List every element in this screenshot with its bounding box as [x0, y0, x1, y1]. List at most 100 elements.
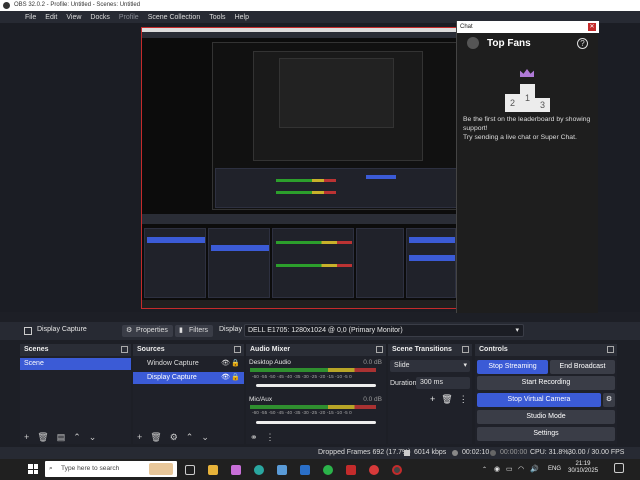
record-time: 00:00:00 — [500, 449, 528, 456]
menu-edit[interactable]: Edit — [45, 14, 57, 21]
language-indicator[interactable]: ENG — [548, 466, 561, 472]
chevron-down-icon[interactable]: ⌄ — [201, 432, 209, 443]
dock-options-icon[interactable] — [376, 346, 383, 353]
source-label: Window Capture — [147, 360, 199, 367]
lock-icon[interactable]: 🔒 — [231, 372, 240, 384]
nested-controls — [406, 228, 456, 298]
fps: 30.00 / 30.00 FPS — [568, 449, 625, 456]
add-icon[interactable]: + — [430, 394, 435, 405]
dock-options-icon[interactable] — [234, 346, 241, 353]
volume-slider[interactable] — [256, 384, 376, 387]
edge-icon[interactable] — [254, 465, 264, 475]
studio-mode-button[interactable]: Studio Mode — [477, 410, 615, 424]
volume-slider[interactable] — [256, 421, 376, 424]
dock-options-icon[interactable] — [607, 346, 614, 353]
obs-logo-icon — [3, 2, 10, 9]
chevron-up-icon[interactable]: ⌃ — [186, 432, 194, 443]
youtube-icon[interactable] — [346, 465, 356, 475]
scene-item[interactable]: Scene — [20, 358, 131, 370]
scenes-panel: Scenes Scene + 🗑 ▤ ⌃ ⌄ — [20, 344, 131, 444]
menu-profile[interactable]: Profile — [119, 14, 139, 21]
file-explorer-icon[interactable] — [208, 465, 218, 475]
more-icon[interactable]: ⋮ — [266, 432, 275, 443]
eye-icon[interactable]: 👁 — [221, 358, 230, 370]
trash-icon[interactable]: 🗑 — [441, 394, 452, 405]
start-recording-button[interactable]: Start Recording — [477, 376, 615, 390]
windows-start-icon[interactable] — [28, 464, 38, 474]
outlook-icon[interactable] — [300, 465, 310, 475]
transition-buttons: + 🗑 ⋮ — [430, 394, 468, 405]
properties-button[interactable]: ⚙ Properties — [122, 325, 173, 337]
notifications-icon[interactable] — [614, 463, 624, 473]
transitions-title: Scene Transitions — [392, 346, 452, 353]
virtual-camera-gear-icon[interactable]: ⚙ — [603, 393, 615, 407]
trash-icon[interactable]: 🗑 — [37, 432, 48, 443]
transition-select[interactable]: Slide ▾ — [390, 360, 470, 372]
add-icon[interactable]: + — [137, 432, 142, 442]
whatsapp-icon[interactable] — [323, 465, 333, 475]
mixer-footer: ⚭ ⋮ — [246, 432, 275, 442]
menu-scene-collection[interactable]: Scene Collection — [148, 14, 201, 21]
taskbar-search[interactable]: ⌕ Type here to search — [45, 461, 177, 477]
controls-header: Controls — [475, 344, 617, 356]
app-icon[interactable] — [369, 465, 379, 475]
wifi-icon[interactable]: ◠ — [518, 465, 524, 473]
gear-icon[interactable]: ⚙ — [170, 432, 178, 443]
clock-date: 30/10/2025 — [568, 468, 599, 474]
filters-button[interactable]: ▮ Filters — [175, 325, 214, 337]
nested-scenes — [144, 228, 206, 298]
eye-icon[interactable]: 👁 — [221, 372, 230, 384]
filter-icon[interactable]: ▤ — [57, 432, 66, 443]
stop-virtual-camera-button[interactable]: Stop Virtual Camera — [477, 393, 601, 407]
filters-label: Filters — [189, 327, 209, 334]
nested-sources — [208, 228, 270, 298]
copilot-icon[interactable] — [231, 465, 241, 475]
help-icon[interactable]: ? — [577, 38, 588, 49]
menu-view[interactable]: View — [66, 14, 81, 21]
network-icon[interactable]: ▭ — [506, 465, 513, 473]
menu-help[interactable]: Help — [235, 14, 249, 21]
audio-mixer-panel: Audio Mixer Desktop Audio 0.0 dB -60 -55… — [246, 344, 386, 444]
volume-icon[interactable]: 🔊 — [530, 465, 539, 473]
trash-icon[interactable]: 🗑 — [150, 432, 161, 443]
link-icon[interactable]: ⚭ — [250, 432, 258, 443]
dock-options-icon[interactable] — [462, 346, 469, 353]
taskbar-clock[interactable]: 21:19 30/10/2025 — [568, 461, 598, 475]
chevron-up-icon[interactable]: ⌃ — [73, 432, 81, 443]
store-icon[interactable] — [277, 465, 287, 475]
menu-tools[interactable]: Tools — [209, 14, 225, 21]
chat-message-line2: Try sending a live chat or Super Chat. — [463, 134, 577, 141]
sources-panel: Sources Window Capture 👁 🔒 Display Captu… — [133, 344, 244, 444]
close-icon[interactable]: ✕ — [588, 23, 596, 31]
task-view-icon[interactable] — [185, 465, 195, 475]
chevron-down-icon: ▾ — [515, 327, 519, 334]
more-icon[interactable]: ⋮ — [459, 394, 468, 405]
settings-button[interactable]: Settings — [477, 427, 615, 441]
stop-streaming-button[interactable]: Stop Streaming — [477, 360, 548, 374]
add-icon[interactable]: + — [24, 432, 29, 442]
source-item-display-capture[interactable]: Display Capture 👁 🔒 — [133, 372, 244, 384]
tray-app-icon[interactable]: ◉ — [494, 465, 500, 473]
tray-chevron-icon[interactable]: ⌃ — [482, 466, 487, 473]
menu-file[interactable]: File — [25, 14, 36, 21]
menu-docks[interactable]: Docks — [90, 14, 109, 21]
end-broadcast-button[interactable]: End Broadcast — [550, 360, 615, 374]
obs-taskbar-icon[interactable] — [392, 465, 402, 475]
stream-time: 00:02:10 — [462, 449, 490, 456]
window-title: OBS 32.0.2 - Profile: Untitled - Scenes:… — [14, 2, 141, 8]
chevron-down-icon[interactable]: ⌄ — [89, 432, 97, 443]
lock-icon[interactable]: 🔒 — [231, 358, 240, 370]
display-select[interactable]: DELL E1705: 1280x1024 @ 0,0 (Primary Mon… — [244, 324, 524, 337]
podium-illustration: 2 1 3 — [497, 64, 557, 114]
source-item-window-capture[interactable]: Window Capture 👁 🔒 — [133, 358, 244, 370]
scene-transitions-panel: Scene Transitions Slide ▾ Duration 300 m… — [388, 344, 472, 444]
dock-options-icon[interactable] — [121, 346, 128, 353]
chat-dock-header: Chat ✕ — [457, 21, 599, 33]
sources-header: Sources — [133, 344, 244, 356]
record-icon — [490, 450, 496, 456]
chat-empty-message: Be the first on the leaderboard by showi… — [463, 115, 597, 142]
back-icon[interactable] — [467, 37, 479, 49]
duration-input[interactable]: 300 ms — [416, 377, 470, 389]
chevron-down-icon: ▾ — [463, 362, 467, 369]
volume-meter — [250, 405, 376, 409]
